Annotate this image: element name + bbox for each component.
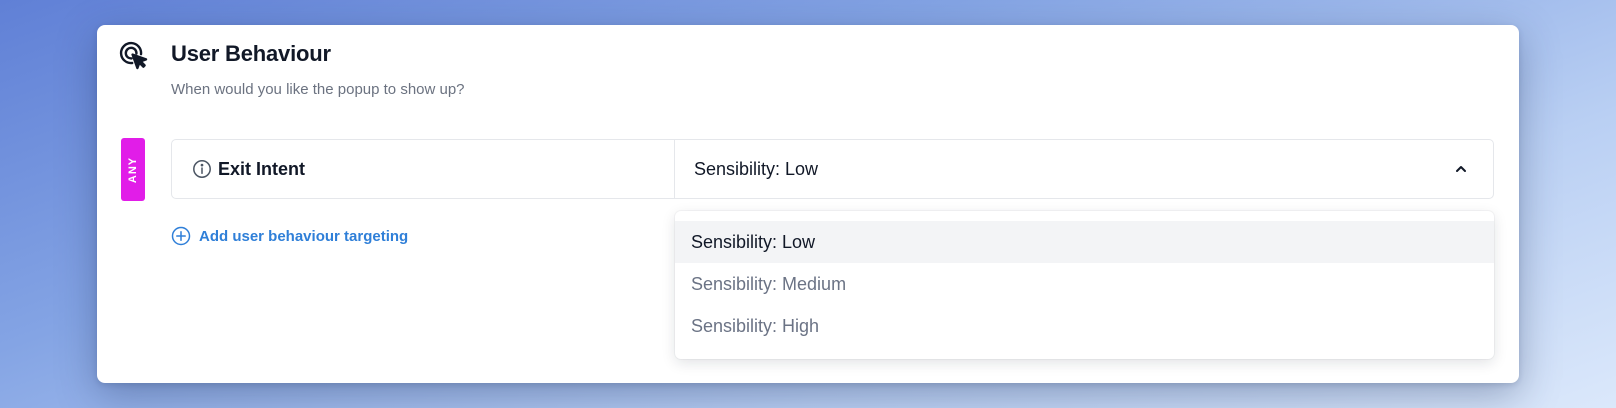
sensibility-select[interactable]: Sensibility: Low: [675, 140, 1493, 198]
cursor-click-icon: [119, 41, 148, 70]
section-title: User Behaviour: [171, 41, 331, 66]
section-subtitle: When would you like the popup to show up…: [171, 81, 465, 98]
rule-label: Exit Intent: [218, 158, 306, 179]
sensibility-select-value: Sensibility: Low: [694, 158, 819, 179]
match-any-badge[interactable]: ANY: [121, 138, 145, 201]
rule-row-exit-intent: Exit Intent Sensibility: Low: [171, 139, 1494, 199]
dropdown-option-high[interactable]: Sensibility: High: [675, 305, 1494, 347]
dropdown-option-medium[interactable]: Sensibility: Medium: [675, 263, 1494, 305]
match-any-label: ANY: [127, 156, 140, 183]
user-behaviour-card: User Behaviour When would you like the p…: [97, 25, 1519, 383]
sensibility-dropdown-menu: Sensibility: Low Sensibility: Medium Sen…: [675, 211, 1494, 359]
plus-circle-icon: [171, 226, 191, 246]
info-icon[interactable]: [192, 159, 212, 179]
add-user-behaviour-targeting-label: Add user behaviour targeting: [199, 227, 409, 245]
add-user-behaviour-targeting-link[interactable]: Add user behaviour targeting: [171, 226, 408, 246]
chevron-up-icon[interactable]: [1453, 161, 1469, 177]
dropdown-option-low[interactable]: Sensibility: Low: [675, 221, 1494, 263]
rule-label-cell: Exit Intent: [172, 140, 675, 198]
